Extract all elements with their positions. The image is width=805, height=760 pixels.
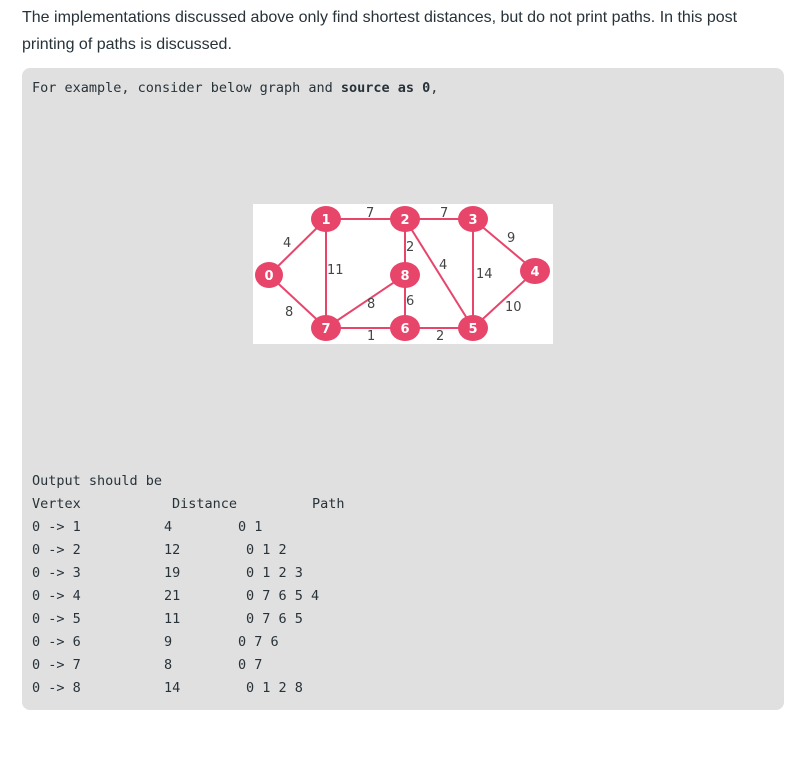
node-label-6: 6 [400, 322, 409, 337]
row-distance: 21 [164, 588, 181, 604]
row-vertex: 0 -> 4 [32, 588, 81, 604]
row-path: 0 7 6 5 4 [246, 588, 320, 604]
col-header-distance: Distance [172, 496, 238, 512]
output-header-row: Vertex Distance Path [32, 496, 772, 516]
row-vertex: 0 -> 1 [32, 519, 81, 535]
row-vertex: 0 -> 8 [32, 680, 81, 696]
row-vertex: 0 -> 6 [32, 634, 81, 650]
edge-label-1-7: 11 [327, 263, 344, 278]
edge-label-3-5: 14 [476, 267, 493, 282]
code-block: For example, consider below graph and so… [22, 68, 784, 710]
node-label-1: 1 [321, 213, 330, 228]
row-distance: 11 [164, 611, 181, 627]
row-vertex: 0 -> 2 [32, 542, 81, 558]
node-label-7: 7 [321, 322, 330, 337]
row-distance: 9 [164, 634, 173, 650]
output-row: 0 -> 2 12 0 1 2 [32, 542, 772, 562]
row-vertex: 0 -> 5 [32, 611, 81, 627]
row-distance: 4 [164, 519, 173, 535]
node-label-5: 5 [468, 322, 477, 337]
row-path: 0 1 2 3 [246, 565, 303, 581]
edge-label-3-4: 9 [507, 231, 515, 246]
col-header-vertex: Vertex [32, 496, 81, 512]
output-row: 0 -> 7 8 0 7 [32, 657, 772, 677]
output-row: 0 -> 6 9 0 7 6 [32, 634, 772, 654]
edge-label-0-1: 4 [283, 236, 291, 251]
edge-label-7-8: 8 [367, 297, 375, 312]
edge-label-4-5: 10 [505, 300, 522, 315]
example-line: For example, consider below graph and so… [32, 80, 438, 96]
col-header-path: Path [312, 496, 345, 512]
node-label-0: 0 [264, 269, 273, 284]
example-suffix: , [430, 80, 439, 96]
output-row: 0 -> 5 11 0 7 6 5 [32, 611, 772, 631]
row-path: 0 1 2 8 [246, 680, 303, 696]
example-prefix: For example, consider below graph and [32, 80, 341, 96]
edge-label-6-8: 6 [406, 294, 414, 309]
edge-label-1-2: 7 [366, 206, 374, 221]
node-label-2: 2 [400, 213, 409, 228]
intro-paragraph: The implementations discussed above only… [22, 9, 738, 53]
node-label-8: 8 [400, 269, 409, 284]
edge-label-2-5: 4 [439, 258, 447, 273]
edge-label-0-7: 8 [285, 305, 293, 320]
row-path: 0 7 6 5 [246, 611, 303, 627]
edge-label-2-8: 2 [406, 240, 414, 255]
node-label-3: 3 [468, 213, 477, 228]
row-distance: 14 [164, 680, 181, 696]
output-row: 0 -> 8 14 0 1 2 8 [32, 680, 772, 700]
output-heading: Output should be [32, 473, 163, 489]
row-path: 0 7 6 [238, 634, 279, 650]
output-row: 0 -> 4 21 0 7 6 5 4 [32, 588, 772, 608]
row-path: 0 1 [238, 519, 263, 535]
row-path: 0 7 [238, 657, 263, 673]
row-distance: 12 [164, 542, 181, 558]
row-distance: 19 [164, 565, 181, 581]
node-label-4: 4 [530, 265, 539, 280]
edge-label-2-3: 7 [440, 206, 448, 221]
example-source-bold: source as 0 [340, 80, 431, 96]
output-row: 0 -> 3 19 0 1 2 3 [32, 565, 772, 585]
graph-image: 4 8 7 11 2 9 10 14 4 7 6 2 1 8 0 1 2 3 4… [253, 204, 553, 344]
row-vertex: 0 -> 7 [32, 657, 81, 673]
row-path: 0 1 2 [246, 542, 287, 558]
edge-label-6-7: 1 [367, 329, 375, 344]
output-row: 0 -> 1 4 0 1 [32, 519, 772, 539]
edge-label-5-6: 2 [436, 329, 444, 344]
graph-svg: 4 8 7 11 2 9 10 14 4 7 6 2 1 8 0 1 2 3 4… [255, 206, 550, 344]
row-distance: 8 [164, 657, 173, 673]
row-vertex: 0 -> 3 [32, 565, 81, 581]
